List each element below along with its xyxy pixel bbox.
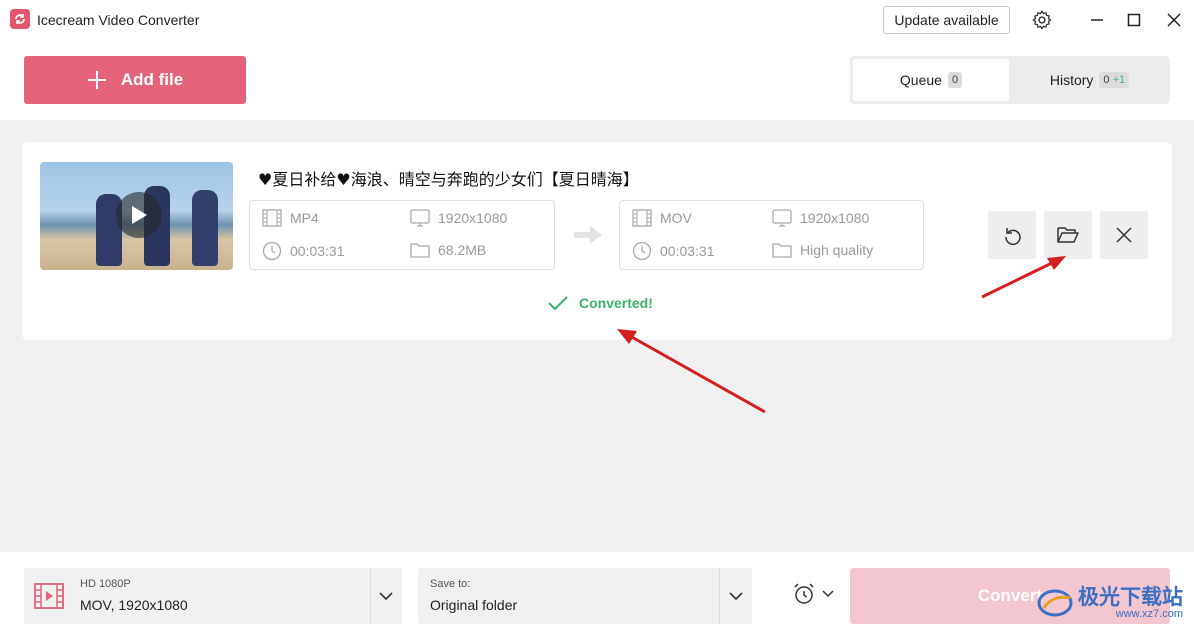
target-format: MOV	[632, 209, 692, 227]
settings-gear-icon[interactable]	[1030, 8, 1054, 32]
site-watermark: 极光下载站 www.xz7.com	[1036, 586, 1183, 620]
target-quality: High quality	[772, 241, 873, 259]
source-size: 68.2MB	[410, 241, 486, 259]
undo-button[interactable]	[988, 211, 1036, 259]
folder-icon	[410, 243, 430, 258]
save-to-selector[interactable]: Save to: Original folder	[418, 568, 752, 624]
quality-icon	[772, 243, 792, 258]
video-thumbnail[interactable]	[40, 162, 233, 270]
alarm-clock-icon	[794, 583, 814, 604]
conversion-item-card: ♥夏日补给♥海浪、晴空与奔跑的少女们【夏日晴海】 MP4 1920x1080 0…	[22, 142, 1172, 340]
clock-icon	[262, 241, 282, 261]
title-bar: Icecream Video Converter Update availabl…	[0, 0, 1194, 40]
undo-icon	[1005, 228, 1021, 245]
source-format: MP4	[262, 209, 319, 227]
output-format-selector[interactable]: HD 1080P MOV, 1920x1080	[24, 568, 402, 624]
monitor-icon	[410, 209, 430, 227]
video-title: ♥夏日补给♥海浪、晴空与奔跑的少女们【夏日晴海】	[258, 170, 639, 189]
app-title: Icecream Video Converter	[37, 12, 200, 28]
history-new-count: +1	[1112, 74, 1126, 86]
source-info-box: MP4 1920x1080 00:03:31 68.2MB	[249, 200, 555, 270]
film-icon	[262, 209, 282, 227]
divider	[370, 568, 371, 624]
checkmark-icon	[548, 296, 568, 311]
chevron-down-icon	[822, 590, 834, 598]
monitor-icon	[772, 209, 792, 227]
divider	[719, 568, 720, 624]
chevron-down-icon[interactable]	[726, 586, 746, 606]
tab-history-label: History	[1049, 72, 1094, 88]
remove-icon	[1116, 227, 1132, 243]
tab-history[interactable]: History 0 +1	[1012, 59, 1167, 101]
bottom-bar: HD 1080P MOV, 1920x1080 Save to: Origina…	[0, 552, 1194, 640]
save-to-label: Save to:	[430, 578, 471, 590]
watermark-text: 极光下载站	[1078, 585, 1183, 609]
annotation-arrow-status	[617, 329, 766, 414]
format-preset-label: HD 1080P	[80, 578, 131, 590]
arrow-right-icon	[572, 224, 604, 251]
open-folder-icon	[1057, 227, 1079, 243]
film-icon	[632, 209, 652, 227]
target-info-box: MOV 1920x1080 00:03:31 High quality	[619, 200, 924, 270]
queue-count-badge: 0	[947, 72, 963, 88]
tab-queue-label: Queue	[899, 72, 942, 88]
target-resolution: 1920x1080	[772, 209, 869, 227]
history-count: 0	[1103, 74, 1110, 86]
minimize-icon[interactable]	[1085, 8, 1109, 32]
close-icon[interactable]	[1162, 8, 1186, 32]
target-resolution-value: 1920x1080	[800, 210, 870, 226]
source-duration: 00:03:31	[262, 241, 345, 261]
video-format-icon	[34, 582, 64, 615]
history-count-badge: 0 +1	[1099, 72, 1130, 88]
toolbar: Add file Queue 0 History 0 +1	[0, 40, 1194, 120]
watermark-url: www.xz7.com	[1115, 608, 1183, 620]
update-available-button[interactable]: Update available	[883, 6, 1010, 34]
clock-icon	[632, 241, 652, 261]
play-icon[interactable]	[116, 192, 162, 238]
watermark-logo-icon	[1037, 589, 1073, 617]
plus-icon	[87, 71, 106, 89]
queue-history-tabs: Queue 0 History 0 +1	[850, 56, 1170, 104]
tab-queue[interactable]: Queue 0	[853, 59, 1009, 101]
add-file-button[interactable]: Add file	[24, 56, 246, 104]
remove-button[interactable]	[1100, 211, 1148, 259]
save-to-value: Original folder	[430, 597, 518, 613]
conversion-status: Converted!	[547, 295, 653, 311]
app-logo-icon	[10, 9, 30, 29]
source-duration-value: 00:03:31	[290, 243, 345, 259]
source-format-value: MP4	[290, 210, 319, 226]
target-format-value: MOV	[660, 210, 692, 226]
status-text: Converted!	[579, 295, 653, 311]
chevron-down-icon[interactable]	[376, 586, 396, 606]
source-resolution-value: 1920x1080	[438, 210, 508, 226]
schedule-timer-button[interactable]	[792, 582, 834, 606]
add-file-label: Add file	[120, 70, 184, 89]
source-resolution: 1920x1080	[410, 209, 507, 227]
format-preset-value: MOV, 1920x1080	[80, 597, 188, 613]
target-duration: 00:03:31	[632, 241, 715, 261]
source-size-value: 68.2MB	[438, 242, 487, 258]
target-duration-value: 00:03:31	[660, 243, 715, 259]
open-folder-button[interactable]	[1044, 211, 1092, 259]
target-quality-value: High quality	[800, 242, 874, 258]
thumbnail-figure	[192, 190, 218, 266]
maximize-icon[interactable]	[1122, 8, 1146, 32]
